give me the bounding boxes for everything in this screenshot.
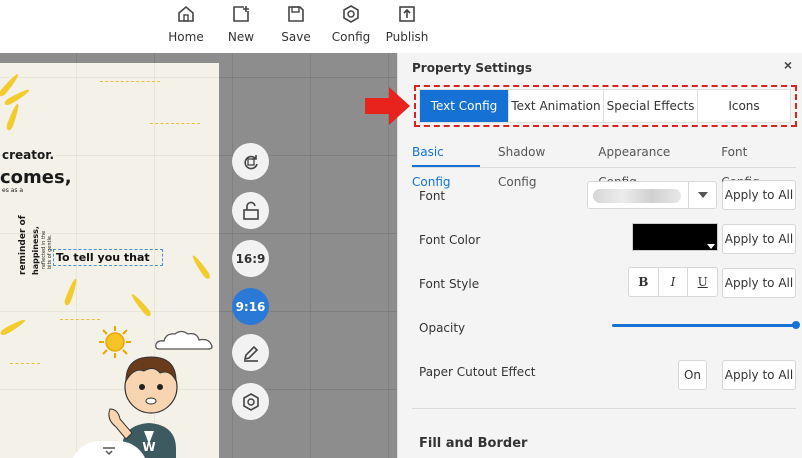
sub-tabs: Basic Config Shadow Config Appearance Co… [412,137,802,189]
new-page-icon [233,6,249,22]
leaf-decoration [190,253,212,281]
apply-font-to-all-button[interactable]: Apply to All [722,180,796,210]
italic-button[interactable]: I [659,268,689,296]
tab-icons[interactable]: Icons [698,90,790,122]
dropdown-arrow-icon [688,182,716,208]
dashed-ornament [60,319,100,320]
main-tabs: Text Config Text Animation Special Effec… [419,89,791,123]
config-button[interactable]: Config [332,4,370,50]
collapse-icon [103,447,115,456]
save-icon [288,6,304,22]
opacity-slider-track[interactable] [612,324,798,327]
page-text-creator[interactable]: creator. [2,148,54,162]
publish-button[interactable]: Publish [386,4,428,50]
subtab-divider [412,167,796,168]
settings-icon [242,392,259,411]
ratio-16-9-label: 16:9 [235,251,266,266]
font-style-label: Font Style [419,277,480,291]
ratio-16-9-button[interactable]: 16:9 [232,240,269,277]
config-icon [343,5,359,23]
home-icon [178,5,194,22]
home-button[interactable]: Home [168,4,204,50]
lock-toggle-button[interactable] [232,192,269,229]
unlock-icon [242,201,259,220]
page-text-happiness[interactable]: happiness, [31,226,40,275]
save-button[interactable]: Save [281,4,311,50]
settings-button[interactable] [232,383,269,420]
font-color-picker[interactable] [632,223,718,251]
leaf-decoration [129,292,153,318]
leaf-decoration [0,317,27,337]
panel-title: Property Settings [412,61,532,75]
top-toolbar: Home New Save Config Publish [0,0,802,53]
canvas-area[interactable]: creator. comes, es as a reminder of happ… [0,53,397,458]
save-label: Save [281,30,311,44]
font-name-blurred [593,189,681,203]
font-color-label: Font Color [419,233,481,247]
section-divider [412,408,796,409]
subtab-appearance-config[interactable]: Appearance Config [598,137,703,189]
subtab-shadow-config[interactable]: Shadow Config [498,137,580,189]
red-arrow-annotation [365,87,410,125]
ratio-9-16-label: 9:16 [235,299,266,314]
page-text-small[interactable]: es as a [2,187,23,194]
publish-icon [399,6,415,22]
property-settings-panel: Property Settings × Text Config Text Ani… [397,53,802,458]
new-label: New [227,30,255,44]
leaf-decoration [63,277,79,307]
subtab-font-config[interactable]: Font Config [721,137,784,189]
opacity-label: Opacity [419,321,466,335]
close-icon[interactable]: × [784,57,792,73]
selected-text-element[interactable]: To tell you that [53,249,163,266]
color-picker-corner-icon [707,244,715,249]
apply-style-to-all-button[interactable]: Apply to All [722,268,796,298]
config-label: Config [331,30,371,44]
leaf-decoration [5,102,21,132]
home-label: Home [168,30,204,44]
design-page[interactable]: creator. comes, es as a reminder of happ… [0,63,219,458]
tab-special-effects[interactable]: Special Effects [604,90,698,122]
rotate-icon [243,154,258,169]
paper-cutout-label: Paper Cutout Effect [419,365,536,379]
tab-text-config[interactable]: Text Config [420,90,509,122]
ratio-9-16-button[interactable]: 9:16 [232,288,269,325]
subtab-basic-config[interactable]: Basic Config [412,137,480,189]
page-text-comes[interactable]: comes, [0,167,72,188]
dashed-ornament [100,81,160,82]
edit-button[interactable] [232,334,269,371]
apply-color-to-all-button[interactable]: Apply to All [722,224,796,254]
page-text-reminder[interactable]: reminder of [18,215,28,275]
paper-cutout-on-button[interactable]: On [678,360,707,390]
pencil-icon [243,345,258,362]
publish-label: Publish [385,30,429,44]
font-label: Font [419,189,446,203]
rotate-button[interactable] [232,143,269,180]
dashed-ornament [10,363,40,364]
apply-cutout-to-all-button[interactable]: Apply to All [722,360,796,390]
underline-button[interactable]: U [688,268,717,296]
new-button[interactable]: New [226,4,256,50]
font-style-buttons: B I U [628,267,718,297]
svg-text:W: W [142,440,155,454]
dashed-ornament [150,123,200,124]
tab-text-animation[interactable]: Text Animation [509,90,604,122]
opacity-slider-thumb[interactable] [792,321,800,329]
font-dropdown[interactable] [587,181,717,209]
bold-button[interactable]: B [629,268,659,296]
fill-border-section-title: Fill and Border [419,436,528,451]
